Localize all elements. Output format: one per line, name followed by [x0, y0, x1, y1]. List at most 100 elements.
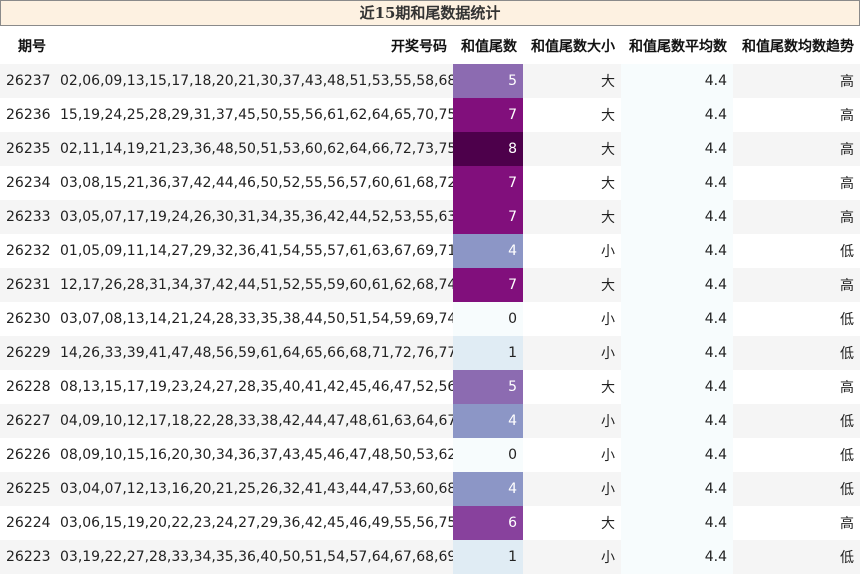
cell-tail-avg: 4.4: [621, 132, 733, 166]
cell-avg-trend: 高: [733, 64, 860, 98]
table-row: 26230 03,07,08,13,14,21,24,28,33,35,38,44…: [0, 302, 860, 336]
cell-avg-trend: 低: [733, 404, 860, 438]
cell-tail-avg: 4.4: [621, 302, 733, 336]
cell-issue: 26237: [0, 64, 54, 98]
cell-tail-size: 大: [523, 132, 621, 166]
cell-tail-avg: 4.4: [621, 506, 733, 540]
header-tail-size[interactable]: 和值尾数大小: [523, 27, 621, 64]
cell-tail-sum: 1: [453, 336, 523, 370]
cell-tail-sum: 4: [453, 472, 523, 506]
header-avg-trend[interactable]: 和值尾数均数趋势: [733, 27, 860, 64]
cell-tail-sum: 7: [453, 98, 523, 132]
cell-issue: 26230: [0, 302, 54, 336]
stats-table: 期号 开奖号码 和值尾数 和值尾数大小 和值尾数平均数 和值尾数均数趋势 262…: [0, 27, 860, 574]
cell-tail-size: 大: [523, 506, 621, 540]
cell-tail-size: 小: [523, 540, 621, 574]
cell-issue: 26233: [0, 200, 54, 234]
cell-issue: 26226: [0, 438, 54, 472]
cell-avg-trend: 低: [733, 336, 860, 370]
table-row: 26226 08,09,10,15,16,20,30,34,36,37,43,45…: [0, 438, 860, 472]
cell-tail-sum: 0: [453, 438, 523, 472]
cell-tail-sum: 7: [453, 268, 523, 302]
cell-tail-avg: 4.4: [621, 98, 733, 132]
table-row: 26227 04,09,10,12,17,18,22,28,33,38,42,44…: [0, 404, 860, 438]
cell-avg-trend: 高: [733, 200, 860, 234]
cell-tail-sum: 1: [453, 540, 523, 574]
cell-avg-trend: 高: [733, 370, 860, 404]
cell-tail-size: 大: [523, 370, 621, 404]
cell-tail-size: 大: [523, 166, 621, 200]
cell-tail-size: 小: [523, 234, 621, 268]
cell-issue: 26223: [0, 540, 54, 574]
cell-tail-sum: 4: [453, 234, 523, 268]
cell-numbers: 01,05,09,11,14,27,29,32,36,41,54,55,57,6…: [54, 234, 453, 268]
table-row: 26223 03,19,22,27,28,33,34,35,36,40,50,51…: [0, 540, 860, 574]
cell-issue: 26229: [0, 336, 54, 370]
cell-numbers: 03,19,22,27,28,33,34,35,36,40,50,51,54,5…: [54, 540, 453, 574]
table-row: 26231 12,17,26,28,31,34,37,42,44,51,52,55…: [0, 268, 860, 302]
cell-tail-avg: 4.4: [621, 234, 733, 268]
cell-numbers: 12,17,26,28,31,34,37,42,44,51,52,55,59,6…: [54, 268, 453, 302]
cell-tail-size: 大: [523, 64, 621, 98]
cell-tail-avg: 4.4: [621, 200, 733, 234]
cell-avg-trend: 低: [733, 438, 860, 472]
cell-tail-avg: 4.4: [621, 336, 733, 370]
cell-avg-trend: 高: [733, 166, 860, 200]
cell-tail-sum: 6: [453, 506, 523, 540]
header-tail-sum[interactable]: 和值尾数: [453, 27, 523, 64]
cell-avg-trend: 高: [733, 98, 860, 132]
cell-numbers: 15,19,24,25,28,29,31,37,45,50,55,56,61,6…: [54, 98, 453, 132]
cell-tail-size: 小: [523, 438, 621, 472]
cell-tail-sum: 7: [453, 166, 523, 200]
table-row: 26232 01,05,09,11,14,27,29,32,36,41,54,55…: [0, 234, 860, 268]
cell-tail-avg: 4.4: [621, 540, 733, 574]
table-row: 26228 08,13,15,17,19,23,24,27,28,35,40,41…: [0, 370, 860, 404]
cell-numbers: 03,08,15,21,36,37,42,44,46,50,52,55,56,5…: [54, 166, 453, 200]
table-row: 26224 03,06,15,19,20,22,23,24,27,29,36,42…: [0, 506, 860, 540]
cell-issue: 26236: [0, 98, 54, 132]
cell-tail-avg: 4.4: [621, 268, 733, 302]
cell-avg-trend: 低: [733, 540, 860, 574]
cell-tail-avg: 4.4: [621, 64, 733, 98]
table-row: 26237 02,06,09,13,15,17,18,20,21,30,37,43…: [0, 64, 860, 98]
cell-numbers: 08,13,15,17,19,23,24,27,28,35,40,41,42,4…: [54, 370, 453, 404]
cell-tail-sum: 5: [453, 64, 523, 98]
cell-avg-trend: 低: [733, 302, 860, 336]
cell-numbers: 02,11,14,19,21,23,36,48,50,51,53,60,62,6…: [54, 132, 453, 166]
cell-numbers: 03,05,07,17,19,24,26,30,31,34,35,36,42,4…: [54, 200, 453, 234]
cell-issue: 26235: [0, 132, 54, 166]
cell-tail-avg: 4.4: [621, 404, 733, 438]
table-row: 26236 15,19,24,25,28,29,31,37,45,50,55,56…: [0, 98, 860, 132]
table-body: 26237 02,06,09,13,15,17,18,20,21,30,37,43…: [0, 64, 860, 574]
cell-tail-sum: 8: [453, 132, 523, 166]
header-tail-avg[interactable]: 和值尾数平均数: [621, 27, 733, 64]
cell-issue: 26227: [0, 404, 54, 438]
table-row: 26234 03,08,15,21,36,37,42,44,46,50,52,55…: [0, 166, 860, 200]
cell-tail-avg: 4.4: [621, 438, 733, 472]
cell-tail-size: 小: [523, 472, 621, 506]
table-row: 26235 02,11,14,19,21,23,36,48,50,51,53,60…: [0, 132, 860, 166]
cell-issue: 26225: [0, 472, 54, 506]
cell-tail-size: 大: [523, 98, 621, 132]
cell-numbers: 03,06,15,19,20,22,23,24,27,29,36,42,45,4…: [54, 506, 453, 540]
table-row: 26225 03,04,07,12,13,16,20,21,25,26,32,41…: [0, 472, 860, 506]
cell-tail-avg: 4.4: [621, 166, 733, 200]
cell-numbers: 08,09,10,15,16,20,30,34,36,37,43,45,46,4…: [54, 438, 453, 472]
header-issue[interactable]: 期号: [0, 27, 54, 64]
cell-numbers: 14,26,33,39,41,47,48,56,59,61,64,65,66,6…: [54, 336, 453, 370]
cell-tail-size: 小: [523, 336, 621, 370]
cell-tail-size: 大: [523, 268, 621, 302]
cell-tail-size: 小: [523, 404, 621, 438]
header-numbers[interactable]: 开奖号码: [54, 27, 453, 64]
table-title: 近15期和尾数据统计: [0, 0, 860, 26]
cell-numbers: 03,04,07,12,13,16,20,21,25,26,32,41,43,4…: [54, 472, 453, 506]
table-row: 26229 14,26,33,39,41,47,48,56,59,61,64,65…: [0, 336, 860, 370]
cell-avg-trend: 低: [733, 472, 860, 506]
cell-issue: 26231: [0, 268, 54, 302]
cell-avg-trend: 低: [733, 234, 860, 268]
cell-tail-size: 大: [523, 200, 621, 234]
cell-issue: 26228: [0, 370, 54, 404]
cell-issue: 26234: [0, 166, 54, 200]
cell-numbers: 03,07,08,13,14,21,24,28,33,35,38,44,50,5…: [54, 302, 453, 336]
cell-tail-avg: 4.4: [621, 472, 733, 506]
